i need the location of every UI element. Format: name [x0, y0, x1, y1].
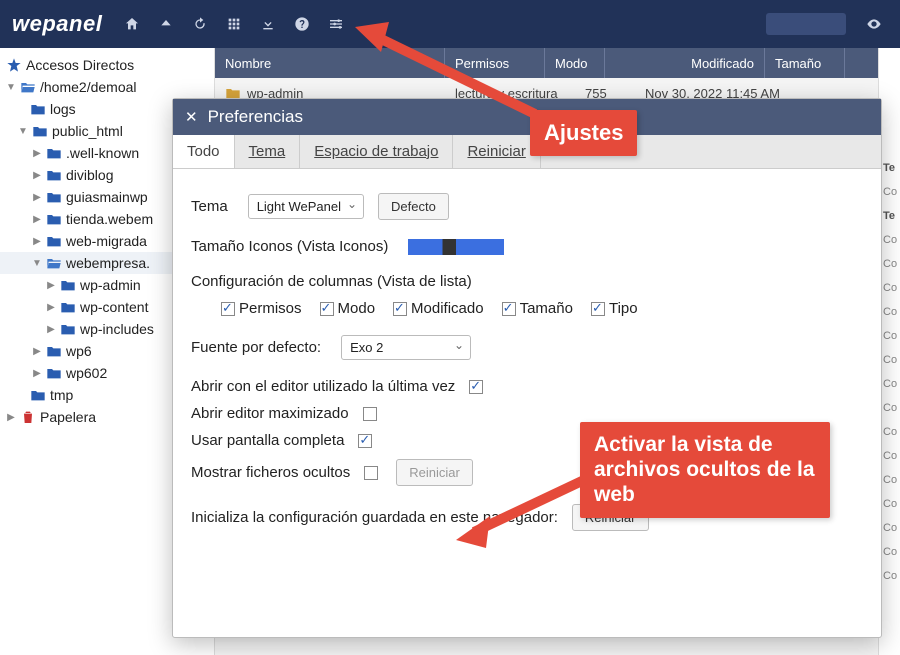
rs-c: Co [879, 420, 900, 444]
search-input[interactable] [766, 13, 846, 35]
sidebar-label: .well-known [66, 145, 139, 161]
rs-c: Co [879, 300, 900, 324]
font-label: Fuente por defecto: [191, 339, 321, 356]
maxeditor-label: Abrir editor maximizado [191, 405, 349, 422]
callout-ajustes: Ajustes [530, 110, 637, 156]
cb-tamano[interactable]: Tamaño [502, 300, 573, 317]
tema-select[interactable]: Light WePanel [248, 194, 364, 219]
rs-c: Co [879, 252, 900, 276]
sidebar-label: logs [50, 101, 76, 117]
help-icon[interactable] [288, 10, 316, 38]
cb-permisos[interactable]: Permisos [221, 300, 302, 317]
settings-icon[interactable] [322, 10, 350, 38]
rs-c: Co [879, 324, 900, 348]
sidebar-label: wp-includes [80, 321, 154, 337]
sidebar-label: wp-admin [80, 277, 141, 293]
sidebar-shortcuts[interactable]: Accesos Directos [0, 54, 214, 76]
rs-c: Co [879, 468, 900, 492]
iconsize-label: Tamaño Iconos (Vista Iconos) [191, 238, 388, 255]
eye-icon[interactable] [860, 10, 888, 38]
rs-hdr2: Te [879, 204, 900, 228]
col-nombre[interactable]: Nombre [215, 48, 445, 78]
hidden-checkbox[interactable] [364, 466, 378, 480]
brand-logo: wepanel [12, 11, 102, 37]
th-label: Nombre [225, 56, 271, 71]
defecto-button[interactable]: Defecto [378, 193, 449, 220]
sidebar-label: public_html [52, 123, 123, 139]
sidebar-label: tienda.webem [66, 211, 153, 227]
rs-c: Co [879, 516, 900, 540]
tab-reiniciar[interactable]: Reiniciar [453, 135, 540, 168]
rs-c: Co [879, 492, 900, 516]
cb-modo[interactable]: Modo [320, 300, 376, 317]
cb-tipo[interactable]: Tipo [591, 300, 638, 317]
maxeditor-checkbox[interactable] [363, 407, 377, 421]
up-icon[interactable] [152, 10, 180, 38]
modal-titlebar[interactable]: ✕ Preferencias [173, 99, 881, 135]
fullscreen-label: Usar pantalla completa [191, 432, 344, 449]
iconsize-slider[interactable] [408, 239, 504, 255]
rs-c: Co [879, 372, 900, 396]
rs-c: Co [879, 540, 900, 564]
col-permisos[interactable]: Permisos [445, 48, 545, 78]
sidebar-label: tmp [50, 387, 73, 403]
lasteditor-label: Abrir con el editor utilizado la última … [191, 378, 455, 395]
rs-c: Co [879, 396, 900, 420]
cb-modificado[interactable]: Modificado [393, 300, 484, 317]
font-select[interactable]: Exo 2 [341, 335, 471, 360]
sidebar-label: wp6 [66, 343, 92, 359]
hidden-label: Mostrar ficheros ocultos [191, 464, 350, 481]
col-modo[interactable]: Modo [545, 48, 605, 78]
rs-hdr: Te [879, 156, 900, 180]
modal-title: Preferencias [208, 107, 303, 127]
sidebar-label: Accesos Directos [26, 57, 134, 73]
fullscreen-checkbox[interactable] [358, 434, 372, 448]
sidebar-label: diviblog [66, 167, 113, 183]
sidebar-root[interactable]: ▼ /home2/demoal [0, 76, 214, 98]
sidebar-label: /home2/demoal [40, 79, 137, 95]
col-tamano[interactable]: Tamaño [765, 48, 845, 78]
sidebar-label: Papelera [40, 409, 96, 425]
sidebar-label: guiasmainwp [66, 189, 148, 205]
sidebar-label: wp602 [66, 365, 107, 381]
download-icon[interactable] [254, 10, 282, 38]
rs-c: Co [879, 444, 900, 468]
sidebar-label: wp-content [80, 299, 148, 315]
hidden-reset-button[interactable]: Reiniciar [396, 459, 473, 486]
callout-hidden: Activar la vista de archivos ocultos de … [580, 422, 830, 518]
table-header: Nombre Permisos Modo Modificado Tamaño [215, 48, 900, 78]
tab-espacio[interactable]: Espacio de trabajo [300, 135, 453, 168]
rs-c: Co [879, 180, 900, 204]
tema-label: Tema [191, 198, 228, 215]
th-label: Modo [555, 56, 588, 71]
rs-c: Co [879, 348, 900, 372]
modal-tabs: Todo Tema Espacio de trabajo Reiniciar [173, 135, 881, 169]
rs-c: Co [879, 276, 900, 300]
rs-c: Co [879, 228, 900, 252]
sidebar-label: webempresa. [66, 255, 150, 271]
th-label: Modificado [691, 56, 754, 71]
th-label: Tamaño [775, 56, 821, 71]
lasteditor-checkbox[interactable] [469, 380, 483, 394]
refresh-icon[interactable] [186, 10, 214, 38]
topbar: wepanel [0, 0, 900, 48]
close-icon[interactable]: ✕ [185, 108, 198, 126]
th-label: Permisos [455, 56, 509, 71]
tab-todo[interactable]: Todo [173, 135, 235, 168]
col-modificado[interactable]: Modificado [605, 48, 765, 78]
grid-icon[interactable] [220, 10, 248, 38]
init-label: Inicializa la configuración guardada en … [191, 509, 558, 526]
home-icon[interactable] [118, 10, 146, 38]
preferences-modal: ✕ Preferencias Todo Tema Espacio de trab… [172, 98, 882, 638]
colconfig-label: Configuración de columnas (Vista de list… [191, 273, 863, 290]
rs-c: Co [879, 564, 900, 588]
modal-body: Tema Light WePanel Defecto Tamaño Iconos… [173, 169, 881, 637]
sidebar-label: web-migrada [66, 233, 147, 249]
tab-tema[interactable]: Tema [235, 135, 301, 168]
